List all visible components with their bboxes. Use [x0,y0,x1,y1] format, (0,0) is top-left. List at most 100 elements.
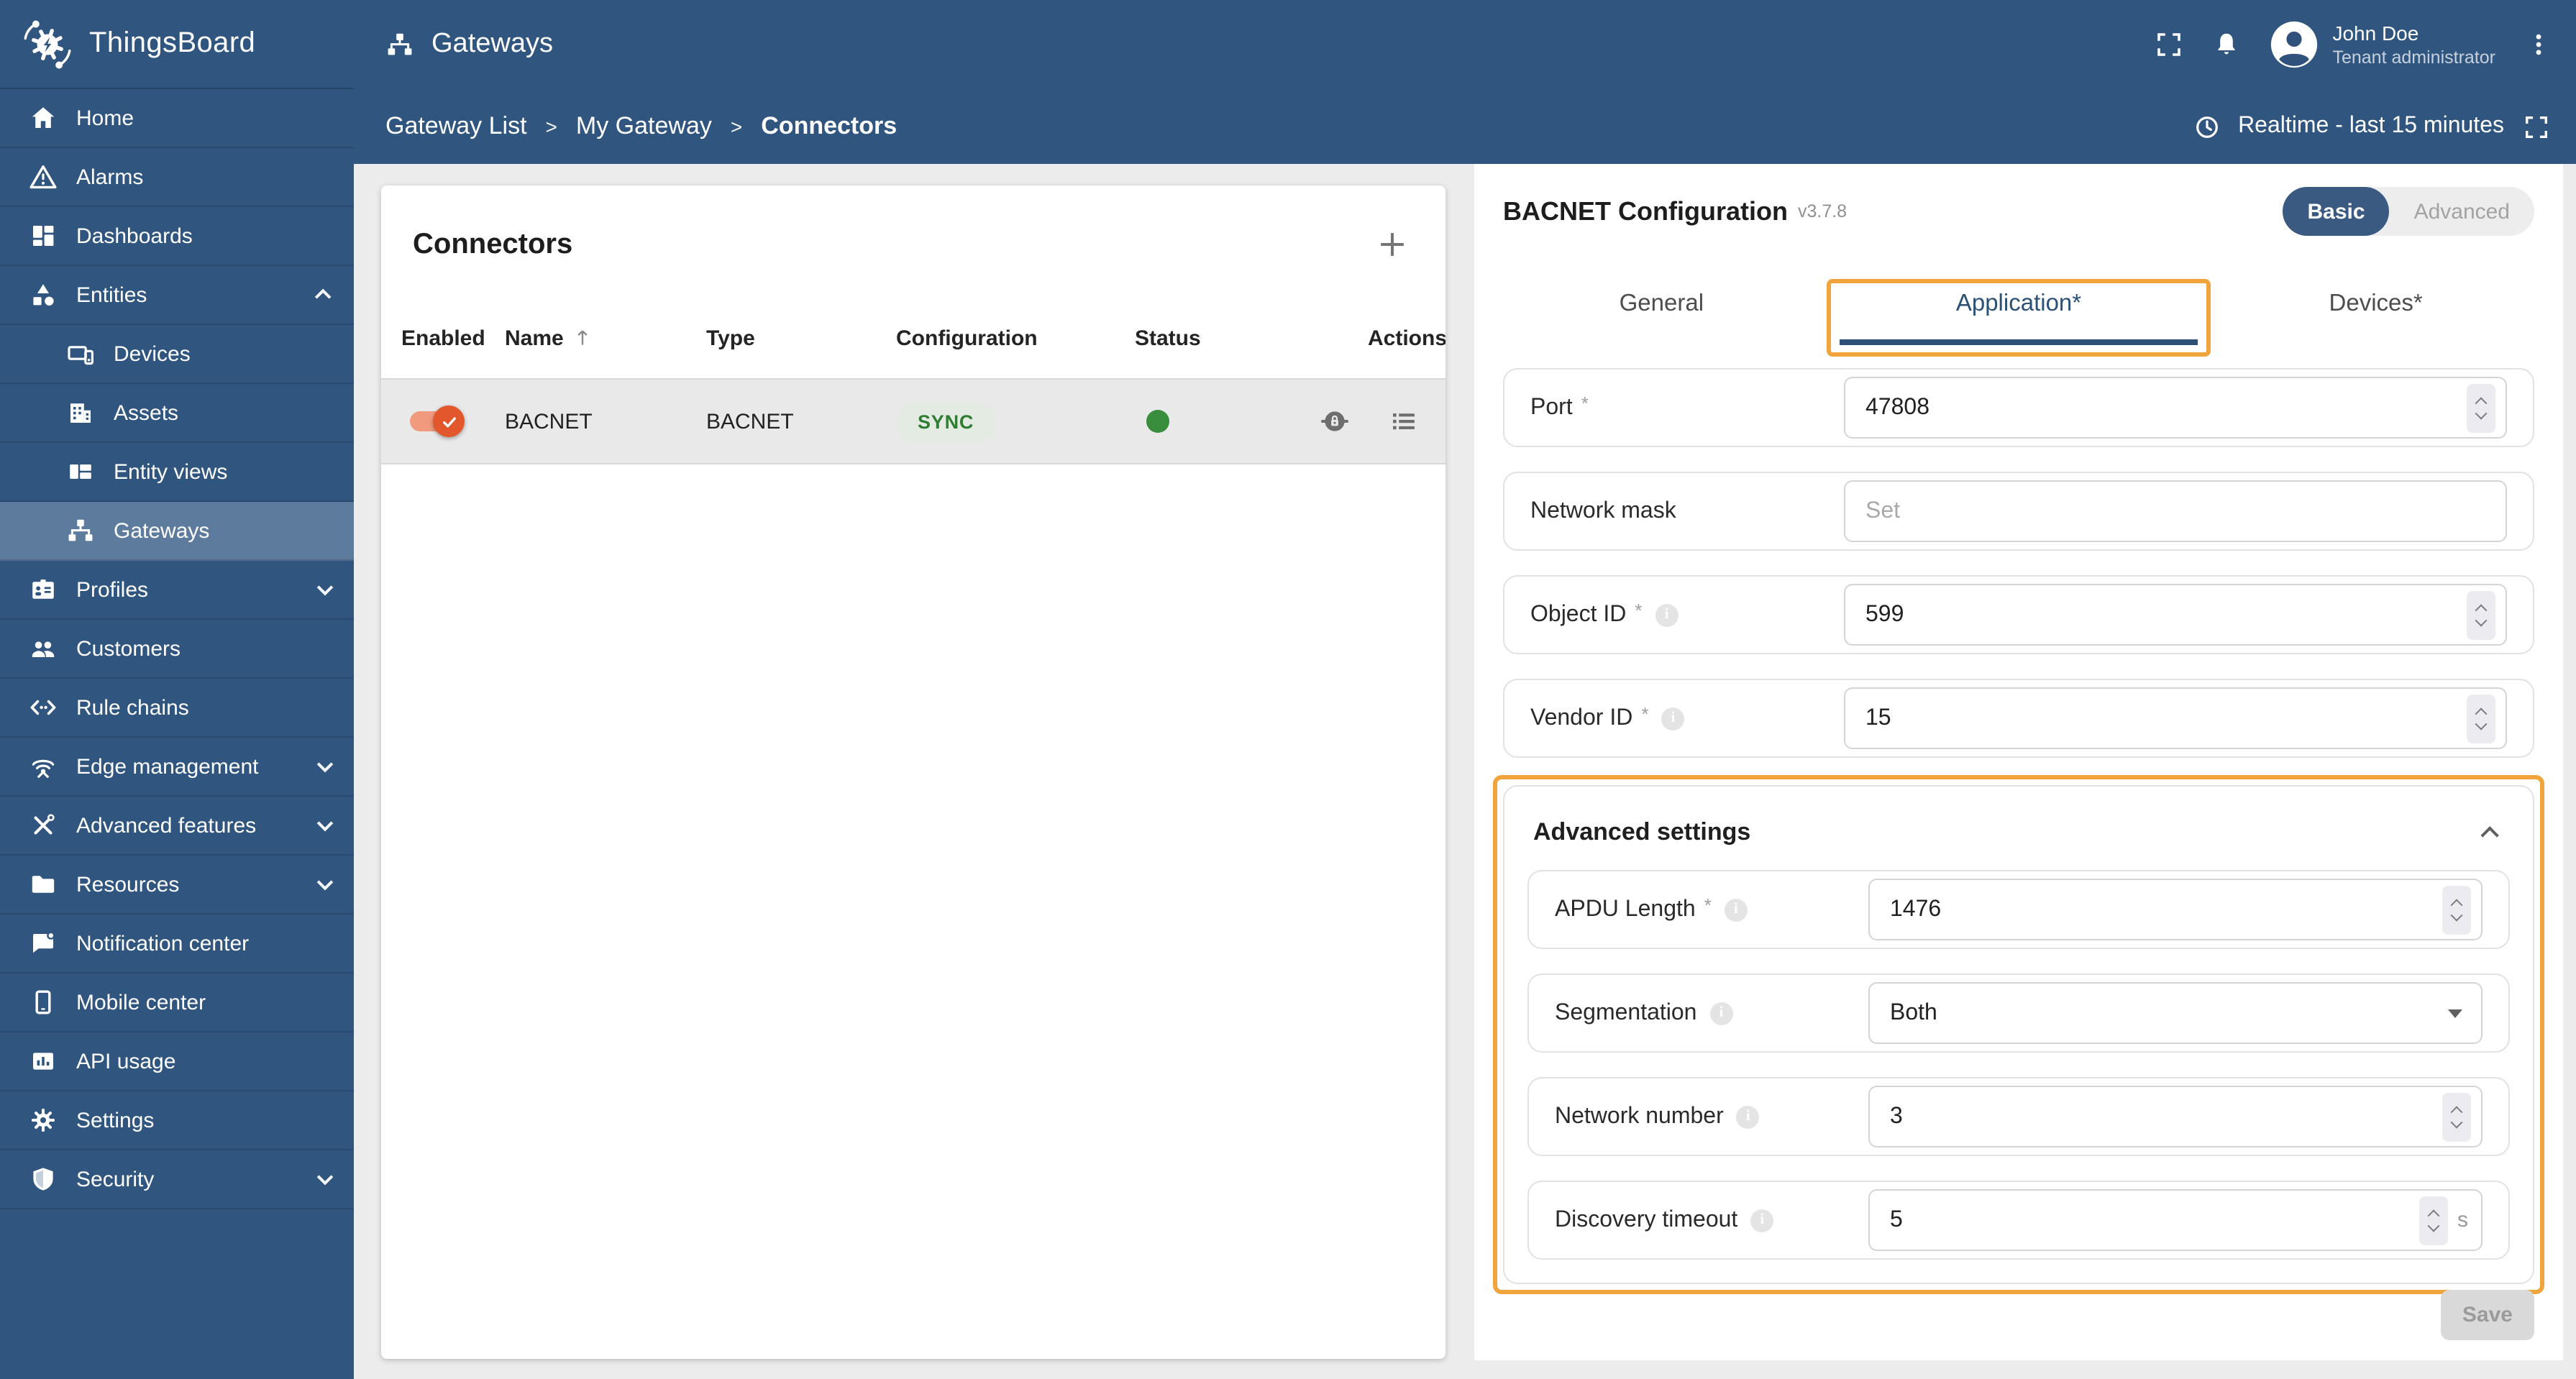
sidebar-item-label: Alarms [76,165,144,189]
dashboard-fullscreen-button[interactable] [2523,113,2550,140]
advanced-settings-header[interactable]: Advanced settings [1527,805,2510,860]
enabled-toggle[interactable] [407,406,465,437]
rpc-button[interactable] [1319,406,1351,437]
sidebar-item-advanced-features[interactable]: Advanced features [0,797,354,856]
sidebar-item-label: Notification center [76,931,250,956]
logs-button[interactable] [1388,406,1420,437]
sidebar-item-edge-management[interactable]: Edge management [0,738,354,797]
sidebar-item-label: Customers [76,636,181,661]
kebab-icon [2524,30,2553,59]
timewindow-controls: Realtime - last 15 minutes [2193,113,2550,140]
breadcrumb-gateway-list[interactable]: Gateway List [385,112,527,141]
segmentation-value: Both [1890,1000,1937,1025]
sidebar-item-assets[interactable]: Assets [0,384,354,443]
sidebar-item-rule-chains[interactable]: Rule chains [0,679,354,738]
column-name[interactable]: Name [505,326,706,350]
add-connector-button[interactable] [1368,220,1417,269]
network-mask-label: Network mask [1530,498,1676,523]
advanced-features-icon [29,811,58,840]
sidebar-item-label: Gateways [114,518,210,543]
sidebar-item-notification-center[interactable]: Notification center [0,915,354,973]
sidebar-item-gateways[interactable]: Gateways [0,502,354,561]
sidebar-item-alarms[interactable]: Alarms [0,148,354,207]
sidebar-item-home[interactable]: Home [0,89,354,148]
edge-management-icon [29,752,58,781]
vendor-id-stepper[interactable] [2467,694,2495,743]
sidebar-item-devices[interactable]: Devices [0,325,354,384]
info-icon[interactable]: i [1709,1002,1733,1025]
info-icon[interactable]: i [1655,603,1678,626]
check-icon [439,412,458,431]
tab-devices[interactable]: Devices* [2197,259,2554,348]
object-id-label: Object ID * i [1530,600,1844,628]
user-meta: John Doe Tenant administrator [2332,20,2495,70]
page-title-label: Gateways [431,29,553,59]
sidebar-item-entity-views[interactable]: Entity views [0,443,354,502]
advanced-settings-fields: APDU Length * i 1476 Segmentation i Both… [1527,870,2510,1260]
sidebar-item-api-usage[interactable]: API usage [0,1032,354,1091]
discovery-timeout-input-wrap: s [1868,1189,2483,1251]
sidebar-item-profiles[interactable]: Profiles [0,561,354,620]
main-area: Gateways John Doe Tenant administrator G… [354,0,2576,1379]
active-tab-underline [1840,339,2198,345]
info-icon[interactable]: i [1736,1105,1760,1128]
sidebar-item-label: Edge management [76,754,259,779]
info-icon[interactable]: i [1750,1209,1774,1232]
content-area: Connectors Enabled Name Type Configurati… [354,164,2576,1379]
save-button[interactable]: Save [2440,1290,2534,1340]
port-input[interactable] [1865,395,2467,421]
timewindow-button[interactable]: Realtime - last 15 minutes [2193,113,2504,140]
object-id-stepper[interactable] [2467,590,2495,639]
sidebar-item-settings[interactable]: Settings [0,1091,354,1150]
tab-application[interactable]: Application* [1840,259,2198,348]
notifications-button[interactable] [2211,30,2240,59]
sidebar-item-resources[interactable]: Resources [0,856,354,915]
mode-basic-button[interactable]: Basic [2283,187,2390,236]
brand[interactable]: ThingsBoard [0,0,354,89]
vendor-id-label: Vendor ID * i [1530,703,1844,731]
object-id-input[interactable] [1865,602,2467,628]
bell-icon [2211,30,2240,59]
connector-row-bacnet[interactable]: BACNET BACNET SYNC [381,378,1445,464]
row-actions [1319,406,1445,437]
connectors-header: Connectors [381,185,1445,280]
entity-views-icon [66,457,95,486]
breadcrumb-my-gateway[interactable]: My Gateway [576,112,712,141]
tab-general[interactable]: General [1483,259,1840,348]
connectors-title: Connectors [413,228,573,260]
user-menu[interactable]: John Doe Tenant administrator [2269,20,2495,70]
configuration-cell: SYNC [896,400,1135,442]
gateways-icon [66,516,95,545]
sidebar-item-mobile-center[interactable]: Mobile center [0,973,354,1032]
chevron-down-icon [316,1168,334,1186]
discovery-timeout-stepper[interactable] [2419,1196,2447,1245]
sidebar-item-dashboards[interactable]: Dashboards [0,207,354,266]
vendor-id-input[interactable] [1865,705,2467,731]
info-icon[interactable]: i [1724,898,1748,921]
discovery-timeout-input[interactable] [1890,1207,2419,1233]
chevron-down-icon [316,579,334,596]
collapse-chevron-up-icon[interactable] [2480,825,2504,844]
mobile-center-icon [29,988,58,1017]
status-ok-dot [1146,410,1169,433]
sidebar-item-entities[interactable]: Entities [0,266,354,325]
apdu-length-input-wrap [1868,879,2483,940]
object-id-input-wrap [1844,584,2507,646]
config-footer: Save [2440,1290,2534,1340]
sidebar-item-customers[interactable]: Customers [0,620,354,679]
sidebar-item-security[interactable]: Security [0,1150,354,1209]
mode-advanced-button[interactable]: Advanced [2390,187,2534,236]
apdu-length-input[interactable] [1890,897,2442,922]
network-number-input[interactable] [1890,1104,2442,1130]
fullscreen-icon [2154,30,2183,59]
network-number-stepper[interactable] [2442,1092,2471,1141]
network-mask-input[interactable] [1865,498,2495,524]
info-icon[interactable]: i [1661,707,1685,730]
more-menu-button[interactable] [2524,30,2553,59]
segmentation-select[interactable]: Both [1868,982,2483,1044]
apdu-length-stepper[interactable] [2442,885,2471,934]
discovery-timeout-field-card: Discovery timeout i s [1527,1181,2510,1260]
select-caret-icon [2448,1009,2462,1017]
fullscreen-button[interactable] [2154,30,2183,59]
port-stepper[interactable] [2467,383,2495,432]
